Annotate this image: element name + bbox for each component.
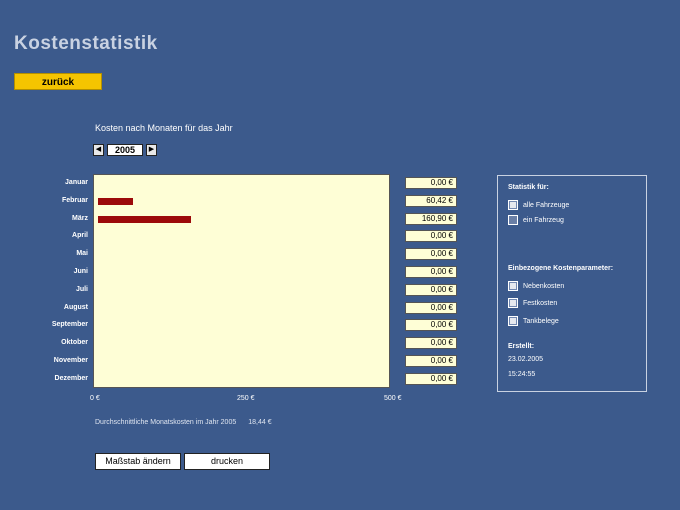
month-value-box: 0,00 €	[405, 372, 457, 385]
year-selector: ◀ 2005 ▶	[93, 143, 157, 156]
option-all-vehicles-label: alle Fahrzeuge	[523, 201, 570, 209]
month-label: November	[53, 357, 88, 364]
print-button[interactable]: drucken	[184, 453, 270, 470]
month-label: August	[63, 303, 88, 311]
month-label: Juli	[75, 285, 88, 293]
param-festkosten[interactable]: Festkosten	[508, 298, 557, 308]
month-value-box: 0,00 €	[405, 177, 457, 189]
month-value-box: 0,00 €	[405, 283, 457, 296]
month-label: Oktober	[61, 339, 88, 347]
prev-year-button[interactable]: ◀	[93, 143, 104, 156]
month-value-box: 0,00 €	[405, 248, 457, 261]
month-value-box: 0,00 €	[405, 337, 457, 350]
checkbox-festkosten[interactable]	[508, 298, 518, 308]
next-year-button[interactable]: ▶	[146, 143, 157, 156]
created-time: 15:24:55	[508, 371, 536, 378]
param-tankbelege[interactable]: Tankbelege	[508, 316, 559, 326]
x-tick-label: 250 €	[237, 395, 255, 402]
x-tick-label: 500 €	[384, 395, 402, 402]
year-value: 2005	[107, 143, 143, 156]
chart-heading: Kosten nach Monaten für das Jahr	[95, 123, 233, 133]
checkbox-all-vehicles[interactable]	[508, 200, 518, 210]
average-value: 18,44 €	[248, 419, 272, 426]
side-panel: Statistik für: alle Fahrzeuge ein Fahrze…	[497, 175, 647, 392]
month-value-box: 0,00 €	[405, 230, 457, 243]
month-value-box: 60,42 €	[405, 194, 457, 207]
change-scale-button[interactable]: Maßstab ändern	[95, 453, 181, 470]
month-label: April	[72, 232, 88, 240]
month-value-box: 0,00 €	[405, 319, 457, 332]
month-label: Juni	[73, 268, 88, 275]
chart-bar	[98, 197, 134, 205]
statistics-for-heading: Statistik für:	[508, 184, 549, 191]
created-date: 23.02.2005	[508, 356, 544, 363]
month-value-box: 0,00 €	[405, 301, 457, 314]
month-value-box: 0,00 €	[405, 266, 457, 278]
month-value-box: 0,00 €	[405, 355, 457, 367]
checkbox-tankbelege[interactable]	[508, 316, 518, 326]
x-tick-label: 0 €	[90, 395, 100, 402]
month-value-box: 160,90 €	[405, 212, 457, 225]
param-nebenkosten[interactable]: Nebenkosten	[508, 281, 564, 291]
month-label: Dezember	[54, 374, 88, 382]
month-label: Februar	[61, 196, 88, 204]
param-tankbelege-label: Tankbelege	[523, 317, 559, 325]
month-label: März	[72, 214, 88, 222]
option-one-vehicle-label: ein Fahrzeug	[523, 216, 564, 224]
checkbox-one-vehicle[interactable]	[508, 215, 518, 225]
option-one-vehicle[interactable]: ein Fahrzeug	[508, 215, 564, 225]
param-festkosten-label: Festkosten	[523, 299, 558, 307]
chart-bar	[98, 215, 192, 223]
param-nebenkosten-label: Nebenkosten	[523, 282, 565, 290]
cost-params-heading: Einbezogene Kostenparameter:	[508, 265, 614, 272]
checkbox-nebenkosten[interactable]	[508, 281, 518, 291]
month-label: Mai	[76, 250, 88, 258]
average-label: Durchschnittliche Monatskosten im Jahr 2…	[95, 419, 237, 426]
created-label: Erstellt:	[508, 343, 535, 350]
option-all-vehicles[interactable]: alle Fahrzeuge	[508, 200, 569, 210]
page-title: Kostenstatistik	[14, 33, 158, 54]
month-label: September	[51, 321, 88, 329]
month-label: Januar	[65, 179, 88, 186]
chart-plot-area	[93, 174, 390, 388]
average-line: Durchschnittliche Monatskosten im Jahr 2…	[95, 419, 272, 426]
back-button[interactable]: zurück	[14, 73, 102, 90]
